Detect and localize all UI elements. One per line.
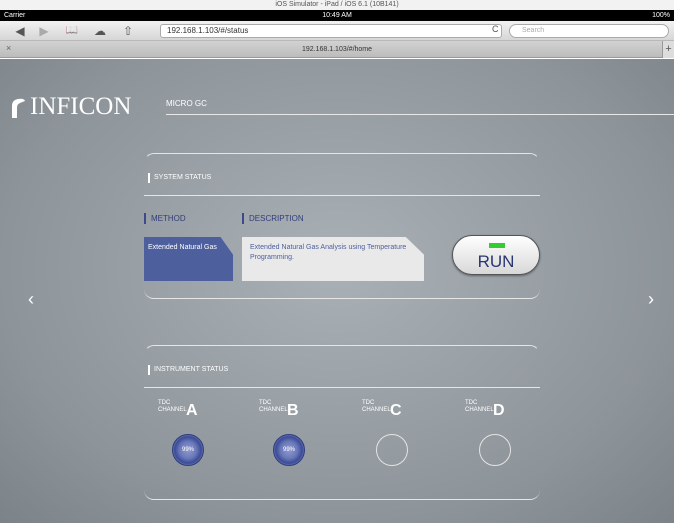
channel-b[interactable]: TDC CHANNEL B 99% — [259, 400, 329, 480]
channel-d-gauge — [479, 434, 511, 466]
browser-toolbar: ◀ ▶ 📖 ☁ ⇧ 192.168.1.103/#/status C Searc… — [0, 21, 674, 41]
run-button-label: RUN — [477, 252, 515, 271]
header-divider — [166, 114, 674, 115]
channel-a-prefix: TDC — [158, 400, 171, 406]
channel-b-prefix: TDC — [259, 400, 272, 406]
search-input[interactable]: Search — [509, 24, 669, 38]
channel-a-value: 99% — [181, 447, 194, 453]
system-status-title: SYSTEM STATUS — [148, 173, 211, 183]
channel-c-prefix: TDC — [362, 400, 375, 406]
prev-arrow-icon[interactable]: ‹ — [28, 289, 34, 310]
system-status-panel: SYSTEM STATUS METHOD DESCRIPTION Extende… — [144, 153, 540, 299]
description-value: Extended Natural Gas Analysis using Temp… — [242, 237, 424, 281]
forward-icon[interactable]: ▶ — [34, 23, 54, 39]
channel-a-gauge: 99% — [172, 434, 204, 466]
channel-c-gauge — [376, 434, 408, 466]
channel-b-gauge: 99% — [273, 434, 305, 466]
cloud-icon[interactable]: ☁ — [90, 23, 110, 39]
channel-d-label: CHANNEL — [465, 407, 494, 413]
channel-a[interactable]: TDC CHANNEL A 99% — [158, 400, 228, 480]
run-status-led — [489, 243, 505, 248]
bookmarks-icon[interactable]: 📖 — [62, 23, 82, 39]
product-name: MICRO GC — [166, 99, 207, 108]
reload-icon[interactable]: C — [492, 24, 499, 34]
tab-bar: × 192.168.1.103/#/home + — [0, 41, 674, 58]
back-icon[interactable]: ◀ — [10, 23, 30, 39]
tab-title[interactable]: 192.168.1.103/#/home — [0, 41, 674, 58]
method-label: METHOD — [144, 213, 186, 224]
battery-label: 100% — [652, 12, 670, 19]
next-arrow-icon[interactable]: › — [648, 289, 654, 310]
channel-b-label: CHANNEL — [259, 407, 288, 413]
share-icon[interactable]: ⇧ — [118, 23, 138, 39]
clock: 10:49 AM — [322, 12, 352, 19]
app-page: INFICON MICRO GC ‹ › SYSTEM STATUS METHO… — [0, 59, 674, 523]
channel-c-letter: C — [390, 402, 402, 419]
channel-b-value: 99% — [282, 447, 295, 453]
new-tab-icon[interactable]: + — [662, 41, 674, 58]
brand-logo: INFICON — [30, 93, 132, 120]
channel-d[interactable]: TDC CHANNEL D — [465, 400, 535, 480]
channel-d-letter: D — [493, 402, 505, 419]
channel-a-label: CHANNEL — [158, 407, 187, 413]
channel-a-letter: A — [186, 402, 198, 419]
simulator-title: iOS Simulator - iPad / iOS 6.1 (10B141) — [0, 0, 674, 10]
run-button[interactable]: RUN — [452, 235, 540, 275]
inficon-logo-icon — [12, 98, 25, 118]
instrument-status-title: INSTRUMENT STATUS — [148, 365, 228, 375]
channel-c-label: CHANNEL — [362, 407, 391, 413]
channel-d-prefix: TDC — [465, 400, 478, 406]
description-label: DESCRIPTION — [242, 213, 304, 224]
status-bar: Carrier 10:49 AM 100% — [0, 10, 674, 21]
channel-c[interactable]: TDC CHANNEL C — [362, 400, 432, 480]
method-value: Extended Natural Gas — [144, 237, 233, 281]
address-bar[interactable]: 192.168.1.103/#/status — [160, 24, 502, 38]
channel-b-letter: B — [287, 402, 299, 419]
